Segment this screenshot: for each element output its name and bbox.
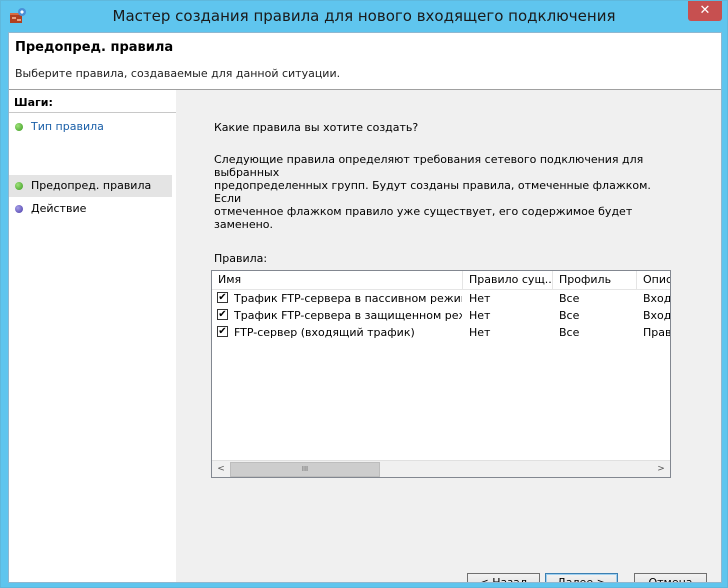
description-line: предопределенных групп. Будут созданы пр… [214, 179, 651, 205]
step-done-icon [15, 123, 23, 131]
description-line: отмеченное флажком правило уже существуе… [214, 205, 633, 231]
rules-list[interactable]: Имя Правило сущ... Профиль Опис ✔ Трафик… [211, 270, 671, 478]
rule-exists: Нет [469, 292, 491, 305]
step-rule-type[interactable]: Тип правила [9, 116, 172, 138]
scroll-thumb[interactable]: III [230, 462, 380, 477]
window-title: Мастер создания правила для нового входя… [112, 7, 616, 25]
step-label: Действие [31, 202, 87, 215]
steps-title: Шаги: [9, 94, 176, 113]
steps-pane: Шаги: Тип правила Предопред. правила Дей… [9, 90, 176, 582]
rule-name: FTP-сервер (входящий трафик) [234, 326, 415, 339]
description-line: Следующие правила определяют требования … [214, 153, 644, 179]
scroll-right-button[interactable]: > [653, 461, 669, 477]
rule-exists: Нет [469, 309, 491, 322]
wizard-header: Предопред. правила Выберите правила, соз… [9, 33, 721, 90]
rule-profile: Все [559, 326, 580, 339]
rule-profile: Все [559, 309, 580, 322]
column-description[interactable]: Опис [637, 271, 670, 289]
table-row[interactable]: ✔ FTP-сервер (входящий трафик) Нет Все П… [212, 324, 670, 341]
rule-checkbox[interactable]: ✔ [217, 326, 228, 337]
steps-title-label: Шаги: [14, 96, 53, 109]
rule-description: Прав [643, 326, 670, 339]
step-predefined-rules[interactable]: Предопред. правила [9, 175, 172, 197]
content-pane: Какие правила вы хотите создать? Следующ… [176, 90, 721, 582]
title-bar[interactable]: Мастер создания правила для нового входя… [1, 1, 727, 32]
description-text: Следующие правила определяют требования … [214, 153, 664, 231]
rule-name: Трафик FTP-сервера в защищенном режи... [234, 309, 462, 322]
column-name[interactable]: Имя [212, 271, 463, 289]
back-button[interactable]: < Назад [467, 573, 540, 582]
step-pending-icon [15, 205, 23, 213]
rule-description: Вход [643, 309, 670, 322]
rule-description: Вход [643, 292, 670, 305]
column-header: Имя Правило сущ... Профиль Опис [212, 271, 670, 290]
next-button[interactable]: Далее > [545, 573, 618, 582]
cancel-button[interactable]: Отмена [634, 573, 707, 582]
table-row[interactable]: ✔ Трафик FTP-сервера в пассивном режим..… [212, 290, 670, 307]
step-label: Тип правила [31, 120, 104, 133]
page-subtitle: Выберите правила, создаваемые для данной… [15, 67, 341, 80]
rule-profile: Все [559, 292, 580, 305]
close-button[interactable]: ✕ [688, 1, 722, 21]
rules-label: Правила: [214, 252, 268, 265]
rule-name: Трафик FTP-сервера в пассивном режим... [234, 292, 462, 305]
step-label: Предопред. правила [31, 179, 152, 192]
column-rule-exists[interactable]: Правило сущ... [463, 271, 553, 289]
rule-checkbox[interactable]: ✔ [217, 309, 228, 320]
question-text: Какие правила вы хотите создать? [214, 121, 419, 134]
scroll-left-button[interactable]: < [213, 461, 229, 477]
step-action[interactable]: Действие [9, 198, 172, 220]
wizard-window: Мастер создания правила для нового входя… [0, 0, 728, 588]
wizard-client-area: Предопред. правила Выберите правила, соз… [8, 32, 722, 583]
rule-exists: Нет [469, 326, 491, 339]
column-profile[interactable]: Профиль [553, 271, 637, 289]
rule-checkbox[interactable]: ✔ [217, 292, 228, 303]
table-row[interactable]: ✔ Трафик FTP-сервера в защищенном режи..… [212, 307, 670, 324]
horizontal-scrollbar[interactable]: < III > [212, 460, 670, 477]
step-done-icon [15, 182, 23, 190]
page-title: Предопред. правила [15, 40, 174, 55]
